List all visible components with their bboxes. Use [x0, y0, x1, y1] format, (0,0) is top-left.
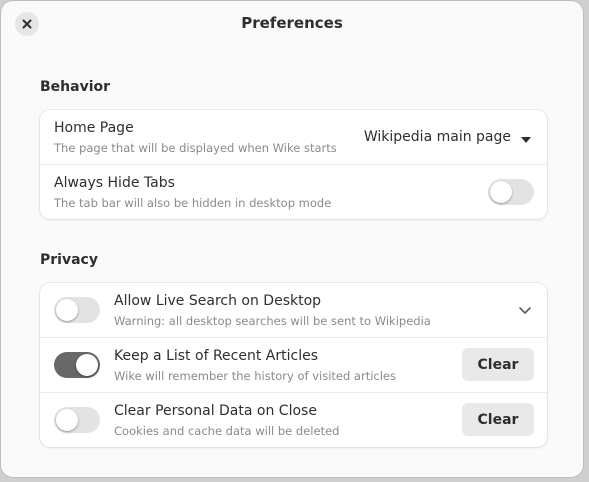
clear-personal-data-button[interactable]: Clear [462, 403, 534, 436]
hide-tabs-switch[interactable] [488, 179, 534, 205]
privacy-card: Allow Live Search on Desktop Warning: al… [40, 283, 547, 447]
clear-history-button[interactable]: Clear [462, 348, 534, 381]
switch-knob [490, 181, 512, 203]
header-bar: Preferences [1, 1, 583, 45]
behavior-card: Home Page The page that will be displaye… [40, 110, 547, 219]
clear-on-close-row: Clear Personal Data on Close Cookies and… [40, 392, 547, 447]
privacy-heading: Privacy [40, 252, 98, 268]
window-title: Preferences [241, 14, 343, 32]
switch-knob [56, 409, 78, 431]
clear-on-close-switch[interactable] [54, 407, 100, 433]
live-search-title: Allow Live Search on Desktop [114, 293, 322, 309]
home-page-subtitle: The page that will be displayed when Wik… [54, 141, 337, 155]
chevron-down-icon[interactable] [517, 302, 533, 318]
hide-tabs-row: Always Hide Tabs The tab bar will also b… [40, 164, 547, 219]
recent-articles-switch[interactable] [54, 352, 100, 378]
hide-tabs-title: Always Hide Tabs [54, 175, 175, 191]
behavior-heading: Behavior [40, 79, 111, 95]
preferences-window: Preferences Behavior Home Page The page … [1, 1, 583, 477]
home-page-dropdown-value: Wikipedia main page [363, 129, 511, 145]
home-page-dropdown[interactable]: Wikipedia main page [358, 120, 537, 154]
home-page-title: Home Page [54, 120, 134, 136]
live-search-subtitle: Warning: all desktop searches will be se… [114, 314, 431, 328]
home-page-row: Home Page The page that will be displaye… [40, 110, 547, 164]
clear-on-close-title: Clear Personal Data on Close [114, 403, 317, 419]
clear-on-close-subtitle: Cookies and cache data will be deleted [114, 424, 340, 438]
hide-tabs-subtitle: The tab bar will also be hidden in deskt… [54, 196, 332, 210]
recent-articles-subtitle: Wike will remember the history of visite… [114, 369, 396, 383]
switch-knob [56, 299, 78, 321]
live-search-switch[interactable] [54, 297, 100, 323]
recent-articles-row: Keep a List of Recent Articles Wike will… [40, 337, 547, 392]
pan-down-icon [521, 128, 531, 147]
recent-articles-title: Keep a List of Recent Articles [114, 348, 318, 364]
live-search-row[interactable]: Allow Live Search on Desktop Warning: al… [40, 283, 547, 337]
switch-knob [76, 354, 98, 376]
